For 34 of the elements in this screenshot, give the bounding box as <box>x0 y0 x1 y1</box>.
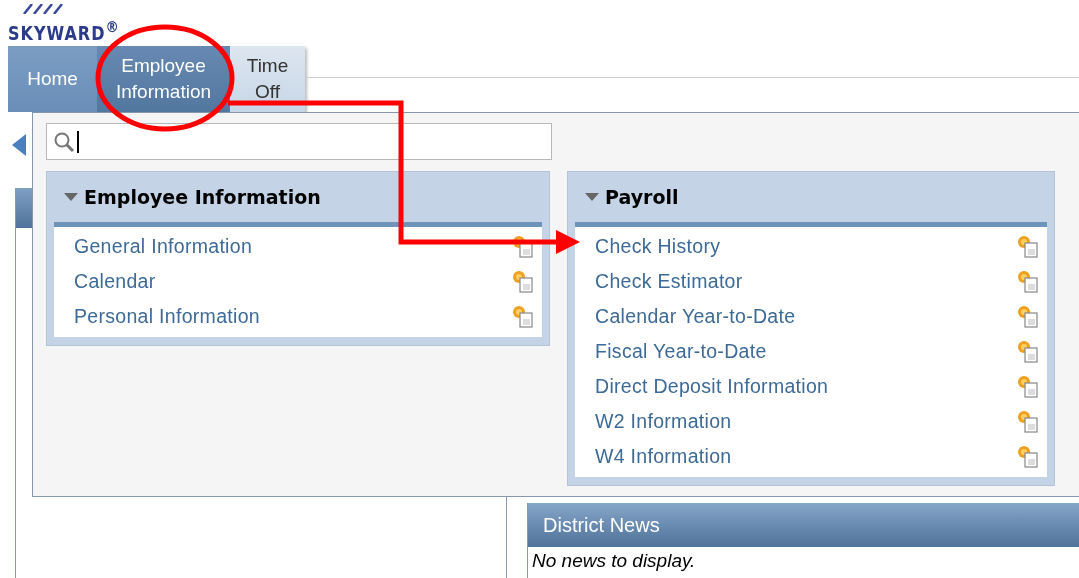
menu-link[interactable]: Check Estimator <box>595 270 743 293</box>
nav-tab[interactable]: Time Off <box>230 46 305 112</box>
gear-page-icon[interactable] <box>1017 339 1039 364</box>
collapse-triangle-icon[interactable] <box>585 193 599 201</box>
gear-page-icon[interactable] <box>512 269 534 294</box>
gear-page-icon[interactable] <box>1017 269 1039 294</box>
group-title: Employee Information <box>84 186 321 208</box>
back-arrow-icon[interactable] <box>12 134 26 156</box>
news-title: District News <box>543 513 660 537</box>
text-cursor <box>77 130 79 153</box>
menu-link[interactable]: Fiscal Year-to-Date <box>595 340 767 363</box>
search-field[interactable] <box>46 123 552 160</box>
gear-page-icon[interactable] <box>1017 234 1039 259</box>
gear-page-icon[interactable] <box>1017 304 1039 329</box>
menu-link[interactable]: General Information <box>74 235 253 258</box>
menu-link[interactable]: Direct Deposit Information <box>595 375 829 398</box>
menu-link[interactable]: W2 Information <box>595 410 732 433</box>
menu-link[interactable]: Calendar Year-to-Date <box>595 305 796 328</box>
gear-page-icon[interactable] <box>512 304 534 329</box>
news-message: No news to display. <box>532 550 696 571</box>
gear-page-icon[interactable] <box>1017 374 1039 399</box>
nav-tab[interactable]: Home <box>8 46 97 112</box>
skyward-logo: SKYWARD$^{®}$ <box>8 2 120 42</box>
group-title: Payroll <box>605 186 679 208</box>
gear-page-icon[interactable] <box>1017 409 1039 434</box>
gear-page-icon[interactable] <box>512 234 534 259</box>
collapse-triangle-icon[interactable] <box>64 193 78 201</box>
menu-link[interactable]: Calendar <box>74 270 156 293</box>
nav-tab[interactable]: Employee Information <box>97 46 230 112</box>
menu-link[interactable]: Personal Information <box>74 305 260 328</box>
menu-link[interactable]: Check History <box>595 235 721 258</box>
menu-link[interactable]: W4 Information <box>595 445 732 468</box>
gear-page-icon[interactable] <box>1017 444 1039 469</box>
search-icon <box>53 130 75 153</box>
